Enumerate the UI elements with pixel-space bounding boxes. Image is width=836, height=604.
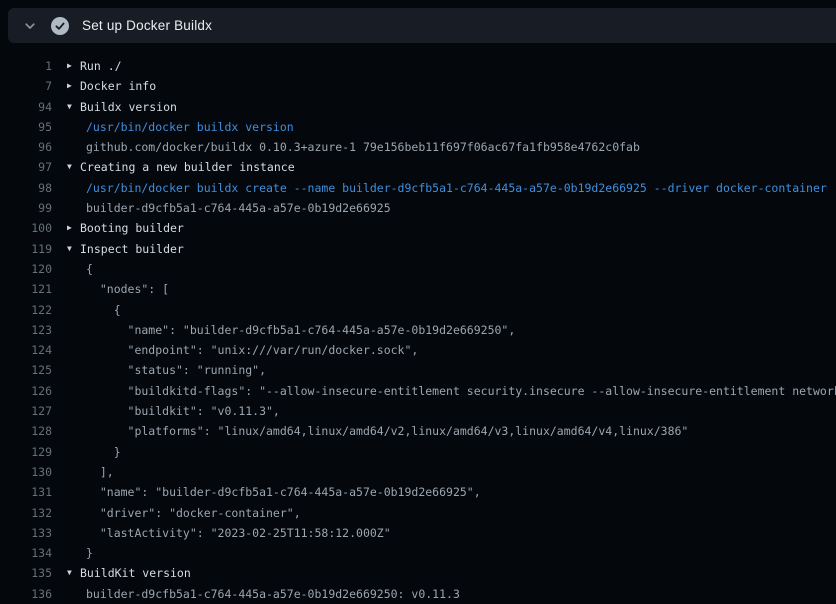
- line-number[interactable]: 127: [0, 401, 52, 421]
- log-line: 128 "platforms": "linux/amd64,linux/amd6…: [0, 421, 836, 441]
- command-text: /usr/bin/docker buildx create --name bui…: [86, 178, 827, 198]
- group-label[interactable]: Creating a new builder instance: [80, 157, 295, 177]
- log-line: 133 "lastActivity": "2023-02-25T11:58:12…: [0, 523, 836, 543]
- log-line: 120 {: [0, 259, 836, 279]
- output-text: }: [86, 442, 121, 462]
- line-number[interactable]: 129: [0, 442, 52, 462]
- group-label[interactable]: Inspect builder: [80, 239, 184, 259]
- log-line: 123 "name": "builder-d9cfb5a1-c764-445a-…: [0, 320, 836, 340]
- log-line: 129 }: [0, 442, 836, 462]
- line-number[interactable]: 128: [0, 421, 52, 441]
- log-line[interactable]: 135 ▼BuildKit version: [0, 563, 836, 583]
- group-label[interactable]: Buildx version: [80, 97, 177, 117]
- group-label[interactable]: Docker info: [80, 76, 156, 96]
- log-line: 99 builder-d9cfb5a1-c764-445a-a57e-0b19d2…: [0, 198, 836, 218]
- line-number[interactable]: 135: [0, 563, 52, 583]
- group-collapsed-arrow-icon[interactable]: ▶: [67, 218, 80, 238]
- line-number[interactable]: 98: [0, 178, 52, 198]
- output-text: builder-d9cfb5a1-c764-445a-a57e-0b19d2e6…: [86, 198, 391, 218]
- group-collapsed-arrow-icon[interactable]: ▶: [67, 56, 80, 76]
- output-text: github.com/docker/buildx 0.10.3+azure-1 …: [86, 137, 640, 157]
- log-line: 96 github.com/docker/buildx 0.10.3+azure-…: [0, 137, 836, 157]
- log-line[interactable]: 1 ▶Run ./: [0, 56, 836, 76]
- step-title: Set up Docker Buildx: [82, 18, 212, 33]
- log-line: 132 "driver": "docker-container",: [0, 503, 836, 523]
- line-number[interactable]: 1: [0, 56, 52, 76]
- output-text: "driver": "docker-container",: [86, 503, 301, 523]
- log-line[interactable]: 119 ▼Inspect builder: [0, 239, 836, 259]
- group-expanded-arrow-icon[interactable]: ▼: [67, 97, 80, 117]
- line-number[interactable]: 95: [0, 117, 52, 137]
- log-line: 95/usr/bin/docker buildx version: [0, 117, 836, 137]
- log-line[interactable]: 94 ▼Buildx version: [0, 97, 836, 117]
- line-number[interactable]: 126: [0, 381, 52, 401]
- output-text: "name": "builder-d9cfb5a1-c764-445a-a57e…: [86, 320, 515, 340]
- group-label[interactable]: BuildKit version: [80, 563, 191, 583]
- log-line: 121 "nodes": [: [0, 279, 836, 299]
- group-expanded-arrow-icon[interactable]: ▼: [67, 563, 80, 583]
- output-text: "status": "running",: [86, 360, 266, 380]
- line-number[interactable]: 97: [0, 157, 52, 177]
- group-expanded-arrow-icon[interactable]: ▼: [67, 239, 80, 259]
- log-line: 127 "buildkit": "v0.11.3",: [0, 401, 836, 421]
- line-number[interactable]: 131: [0, 482, 52, 502]
- line-number[interactable]: 96: [0, 137, 52, 157]
- output-text: }: [86, 543, 93, 563]
- line-number[interactable]: 122: [0, 300, 52, 320]
- line-number[interactable]: 133: [0, 523, 52, 543]
- output-text: ],: [86, 462, 114, 482]
- line-number[interactable]: 123: [0, 320, 52, 340]
- log-line: 130 ],: [0, 462, 836, 482]
- line-number[interactable]: 124: [0, 340, 52, 360]
- line-number[interactable]: 94: [0, 97, 52, 117]
- log-line: 122 {: [0, 300, 836, 320]
- output-text: builder-d9cfb5a1-c764-445a-a57e-0b19d2e6…: [86, 584, 460, 604]
- line-number[interactable]: 130: [0, 462, 52, 482]
- output-text: "lastActivity": "2023-02-25T11:58:12.000…: [86, 523, 391, 543]
- line-number[interactable]: 121: [0, 279, 52, 299]
- log-output: 1▶Run ./7▶Docker info94▼Buildx version95…: [0, 43, 836, 604]
- log-line: 125 "status": "running",: [0, 360, 836, 380]
- line-number[interactable]: 125: [0, 360, 52, 380]
- step-header[interactable]: Set up Docker Buildx: [8, 8, 836, 43]
- output-text: "nodes": [: [86, 279, 169, 299]
- log-line: 136 builder-d9cfb5a1-c764-445a-a57e-0b19d…: [0, 584, 836, 604]
- line-number[interactable]: 120: [0, 259, 52, 279]
- log-line: 98/usr/bin/docker buildx create --name b…: [0, 178, 836, 198]
- output-text: "endpoint": "unix:///var/run/docker.sock…: [86, 340, 418, 360]
- line-number[interactable]: 99: [0, 198, 52, 218]
- log-line: 126 "buildkitd-flags": "--allow-insecure…: [0, 381, 836, 401]
- output-text: {: [86, 259, 93, 279]
- line-number[interactable]: 119: [0, 239, 52, 259]
- output-text: "platforms": "linux/amd64,linux/amd64/v2…: [86, 421, 688, 441]
- command-text: /usr/bin/docker buildx version: [86, 117, 294, 137]
- output-text: "name": "builder-d9cfb5a1-c764-445a-a57e…: [86, 482, 481, 502]
- log-line: 134}: [0, 543, 836, 563]
- log-line: 131 "name": "builder-d9cfb5a1-c764-445a-…: [0, 482, 836, 502]
- log-line[interactable]: 100 ▶Booting builder: [0, 218, 836, 238]
- output-text: "buildkitd-flags": "--allow-insecure-ent…: [86, 381, 836, 401]
- line-number[interactable]: 7: [0, 76, 52, 96]
- line-number[interactable]: 132: [0, 503, 52, 523]
- line-number[interactable]: 100: [0, 218, 52, 238]
- line-number[interactable]: 134: [0, 543, 52, 563]
- output-text: {: [86, 300, 121, 320]
- success-check-icon: [51, 17, 69, 35]
- log-line[interactable]: 7 ▶Docker info: [0, 76, 836, 96]
- line-number[interactable]: 136: [0, 584, 52, 604]
- log-line[interactable]: 97 ▼Creating a new builder instance: [0, 157, 836, 177]
- output-text: "buildkit": "v0.11.3",: [86, 401, 280, 421]
- group-expanded-arrow-icon[interactable]: ▼: [67, 157, 80, 177]
- group-label[interactable]: Run ./: [80, 56, 122, 76]
- group-label[interactable]: Booting builder: [80, 218, 184, 238]
- log-line: 124 "endpoint": "unix:///var/run/docker.…: [0, 340, 836, 360]
- chevron-down-icon[interactable]: [22, 18, 38, 34]
- group-collapsed-arrow-icon[interactable]: ▶: [67, 76, 80, 96]
